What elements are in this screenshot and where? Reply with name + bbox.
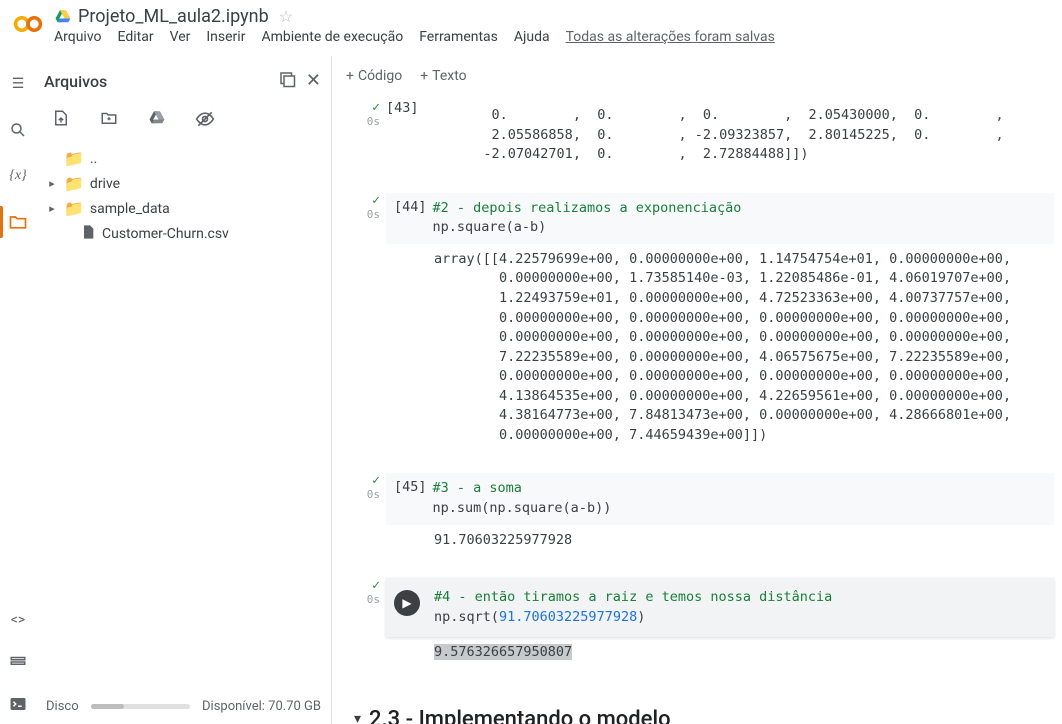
files-sidebar: Arquivos ✕ 📁.. ▸📁drive ▸📁sample_data Cus… <box>36 56 332 724</box>
disk-label: Disco <box>46 699 79 714</box>
terminal-icon[interactable] <box>8 694 28 714</box>
close-icon[interactable]: ✕ <box>306 70 321 93</box>
section-title[interactable]: 2.3 - Implementando o modelo <box>369 707 671 724</box>
refresh-icon[interactable] <box>98 109 120 134</box>
doc-title[interactable]: Projeto_ML_aula2.ipynb <box>78 6 269 27</box>
cell-output-43: 0. , 0. , 0. , 2.05430000, 0. , 2.055868… <box>419 100 1054 175</box>
star-icon[interactable]: ☆ <box>279 7 293 26</box>
toggle-hidden-icon[interactable] <box>194 109 216 134</box>
new-window-icon[interactable] <box>278 70 296 93</box>
upload-icon[interactable] <box>50 109 72 134</box>
tree-sample-data[interactable]: ▸📁sample_data <box>44 196 323 221</box>
cell-output-46: 9.576326657950807 <box>434 644 572 660</box>
cell-output-45: 91.70603225977928 <box>386 525 1054 561</box>
search-icon[interactable] <box>8 120 28 140</box>
cell-prompt-44[interactable]: [44] <box>394 199 433 238</box>
cell-prompt-43: [43] <box>386 100 419 175</box>
menu-view[interactable]: Ver <box>170 29 191 45</box>
menu-help[interactable]: Ajuda <box>514 29 550 45</box>
menu-runtime[interactable]: Ambiente de execução <box>261 29 403 45</box>
mount-drive-icon[interactable] <box>146 109 168 134</box>
save-status[interactable]: Todas as alterações foram salvas <box>566 29 775 45</box>
tree-drive[interactable]: ▸📁drive <box>44 171 323 196</box>
check-icon: ✓ <box>372 193 380 208</box>
variables-icon[interactable]: {x} <box>8 166 28 186</box>
sidebar-title: Arquivos <box>44 72 107 91</box>
command-palette-icon[interactable] <box>8 652 28 672</box>
code-snippets-icon[interactable]: <> <box>8 610 28 630</box>
add-code-button[interactable]: + Código <box>346 68 402 84</box>
toc-icon[interactable]: ☰ <box>8 74 28 94</box>
check-icon: ✓ <box>372 578 380 593</box>
cell-output-44: array([[4.22579699e+00, 0.00000000e+00, … <box>386 244 1054 456</box>
menu-tools[interactable]: Ferramentas <box>419 29 498 45</box>
cell-code-46[interactable]: #4 - então tiramos a raiz e temos nossa … <box>420 588 1046 627</box>
check-icon: ✓ <box>372 100 380 115</box>
colab-logo[interactable] <box>10 6 46 42</box>
run-cell-button[interactable]: ▶ <box>394 590 420 616</box>
menu-file[interactable]: Arquivo <box>54 29 102 45</box>
tree-up[interactable]: 📁.. <box>44 146 323 171</box>
left-rail: ☰ {x} <> <box>0 56 36 724</box>
add-text-button[interactable]: + Texto <box>420 68 466 84</box>
drive-icon <box>54 8 72 26</box>
tree-file-customer-churn[interactable]: Customer-Churn.csv <box>44 221 323 247</box>
cell-code-44[interactable]: #2 - depois realizamos a exponenciação n… <box>433 199 1046 238</box>
disk-usage-bar <box>91 704 190 709</box>
cell-code-45[interactable]: #3 - a soma np.sum(np.square(a-b)) <box>433 479 1046 518</box>
disk-available: Disponível: 70.70 GB <box>202 699 321 714</box>
menu-insert[interactable]: Inserir <box>206 29 245 45</box>
section-collapse-icon[interactable]: ▾ <box>354 711 361 724</box>
check-icon: ✓ <box>372 473 380 488</box>
cell-prompt-45[interactable]: [45] <box>394 479 433 518</box>
files-icon[interactable] <box>8 212 28 232</box>
menu-edit[interactable]: Editar <box>118 29 154 45</box>
